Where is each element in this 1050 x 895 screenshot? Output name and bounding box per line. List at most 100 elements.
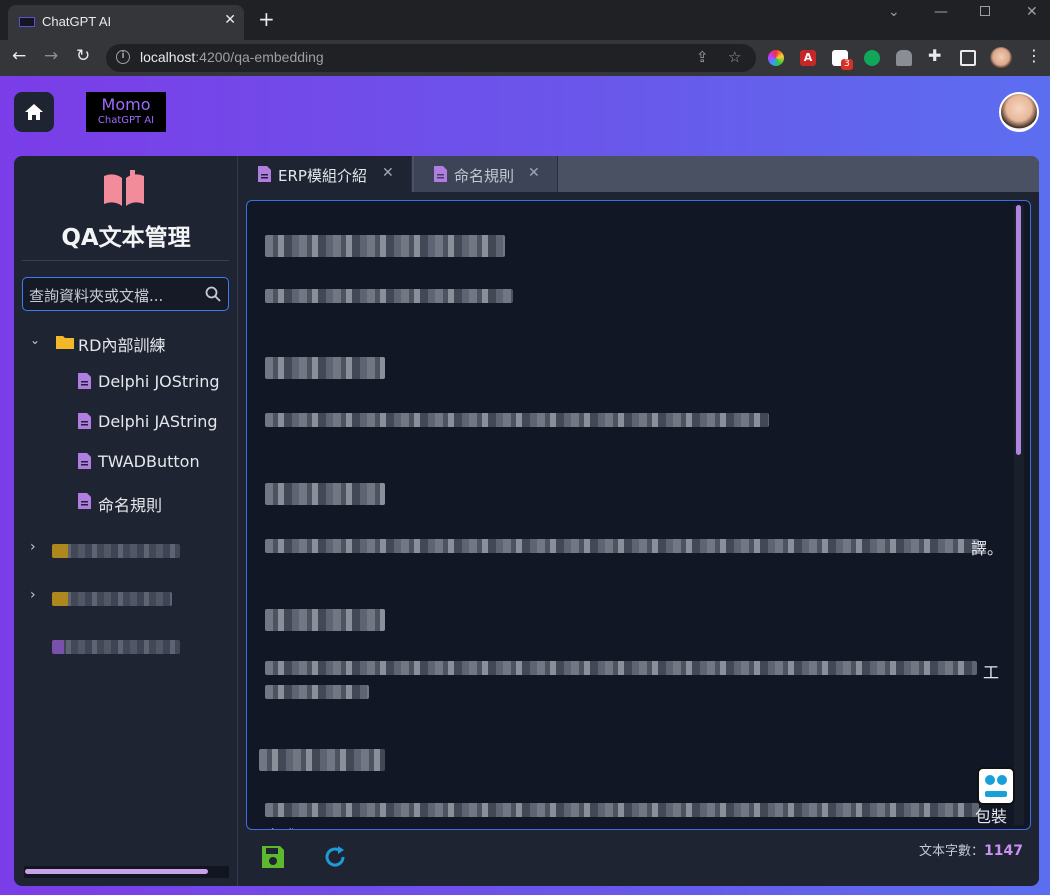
folder-rd-training[interactable]: ⌄ RD內部訓練 bbox=[14, 324, 238, 360]
close-tab-icon[interactable]: ✕ bbox=[224, 12, 236, 28]
home-button[interactable] bbox=[14, 92, 54, 132]
redacted-text-line bbox=[265, 289, 513, 303]
extension-badge: 3 bbox=[841, 59, 853, 70]
text-fragment: 工 bbox=[983, 663, 1000, 682]
maximize-button[interactable] bbox=[980, 6, 990, 16]
sidebar-horizontal-scrollbar[interactable] bbox=[24, 866, 229, 878]
tree-item-delphi-jastring[interactable]: Delphi JAString bbox=[14, 404, 238, 440]
folder-label: RD內部訓練 bbox=[78, 336, 166, 355]
bookmark-star-icon[interactable]: ☆ bbox=[728, 48, 741, 66]
sidebar: QA文本管理 查詢資料夾或文檔... ⌄ RD內部訓練 Delphi JOStr… bbox=[14, 156, 238, 886]
address-bar[interactable]: i localhost:4200/qa-embedding ⇪ ☆ bbox=[106, 44, 756, 72]
logo-subtitle: ChatGPT AI bbox=[97, 115, 155, 126]
window-close-button[interactable]: ✕ bbox=[1026, 4, 1038, 20]
redacted-text-line bbox=[265, 661, 977, 675]
close-tab-icon[interactable]: ✕ bbox=[528, 165, 540, 181]
count-label: 文本字數： bbox=[919, 844, 985, 859]
browser-toolbar: ← → ↻ i localhost:4200/qa-embedding ⇪ ☆ … bbox=[0, 40, 1050, 76]
redacted-text-line bbox=[265, 803, 979, 817]
tree-item-naming-rules[interactable]: 命名規則 bbox=[14, 484, 238, 520]
app-logo[interactable]: Momo ChatGPT AI bbox=[86, 92, 166, 132]
forward-button[interactable]: → bbox=[44, 46, 58, 66]
url-text: localhost:4200/qa-embedding bbox=[140, 49, 324, 65]
chevron-right-icon[interactable]: › bbox=[30, 587, 36, 603]
search-icon[interactable] bbox=[205, 286, 221, 302]
redacted-heading bbox=[265, 357, 385, 379]
color-extension-icon[interactable] bbox=[768, 50, 784, 66]
redacted-text-line bbox=[265, 413, 769, 427]
url-path: :4200/qa-embedding bbox=[195, 49, 324, 65]
chatbot-icon[interactable] bbox=[977, 767, 1015, 805]
side-panel-icon[interactable] bbox=[960, 50, 976, 66]
angular-extension-icon[interactable]: A bbox=[800, 50, 816, 66]
character-count: 文本字數：1147 bbox=[919, 840, 1023, 859]
save-icon[interactable] bbox=[260, 844, 286, 870]
search-input[interactable]: 查詢資料夾或文檔... bbox=[22, 277, 229, 311]
tree-item-delphi-jostring[interactable]: Delphi JOString bbox=[14, 364, 238, 400]
document-icon bbox=[434, 166, 447, 182]
count-value: 1147 bbox=[984, 843, 1023, 859]
chevron-down-icon[interactable]: ⌄ bbox=[30, 333, 40, 347]
folder-redacted-2[interactable]: › bbox=[14, 580, 238, 616]
chevron-right-icon[interactable]: › bbox=[30, 539, 36, 555]
bot-eye bbox=[985, 775, 995, 785]
tab-naming-rules[interactable]: 命名規則 ✕ bbox=[414, 156, 558, 192]
tab-erp-modules[interactable]: ERP模組介紹 ✕ bbox=[238, 156, 412, 192]
shield-extension-icon[interactable] bbox=[864, 50, 880, 66]
more-menu-icon[interactable]: ⋮ bbox=[1026, 46, 1042, 65]
close-tab-icon[interactable]: ✕ bbox=[382, 165, 394, 181]
tab-search-icon[interactable]: ⌄ bbox=[888, 4, 900, 20]
redacted-heading bbox=[259, 749, 385, 771]
puzzle-extensions-icon[interactable]: ✚ bbox=[928, 46, 941, 65]
sidebar-divider bbox=[22, 260, 229, 261]
tab-label: ERP模組介紹 bbox=[278, 167, 367, 185]
profile-avatar-icon[interactable] bbox=[990, 47, 1012, 69]
bot-eye bbox=[997, 775, 1007, 785]
folder-redacted-1[interactable]: › bbox=[14, 532, 238, 568]
scrollbar-thumb[interactable] bbox=[25, 869, 208, 874]
tree-item-label: 命名規則 bbox=[98, 496, 163, 515]
user-avatar[interactable] bbox=[999, 92, 1039, 132]
document-redacted[interactable] bbox=[14, 628, 238, 664]
logo-title: Momo bbox=[101, 95, 151, 114]
site-info-icon[interactable]: i bbox=[116, 50, 130, 64]
document-icon bbox=[78, 373, 91, 389]
redacted-text-line bbox=[265, 685, 369, 699]
url-host: localhost bbox=[140, 49, 196, 65]
tree-item-twadbutton[interactable]: TWADButton bbox=[14, 444, 238, 480]
tab-label: 命名規則 bbox=[454, 167, 515, 185]
redacted-heading bbox=[265, 609, 385, 631]
reload-button[interactable]: ↻ bbox=[76, 46, 90, 66]
scrollbar-thumb[interactable] bbox=[1016, 205, 1021, 455]
redacted-folder-label bbox=[52, 544, 180, 558]
document-tab-strip: ERP模組介紹 ✕ 命名規則 ✕ bbox=[238, 156, 1039, 192]
text-fragment: 文成 bbox=[265, 823, 297, 829]
main-panel: ERP模組介紹 ✕ 命名規則 ✕ 譯。 工 包裝 文成 bbox=[238, 156, 1039, 886]
sidebar-title: QA文本管理 bbox=[61, 225, 191, 251]
new-tab-button[interactable]: + bbox=[258, 9, 275, 29]
refresh-icon[interactable] bbox=[322, 844, 348, 870]
extension-with-badge-icon[interactable]: 3 bbox=[832, 50, 853, 70]
open-book-icon bbox=[104, 170, 144, 206]
incognito-extension-icon[interactable] bbox=[896, 50, 912, 66]
redacted-document-label bbox=[52, 640, 180, 654]
share-icon[interactable]: ⇪ bbox=[696, 48, 709, 66]
app-area: Momo ChatGPT AI QA文本管理 查詢資料夾或文檔... ⌄ RD內… bbox=[0, 76, 1050, 895]
text-fragment: 譯。 bbox=[971, 539, 1004, 558]
document-icon bbox=[78, 453, 91, 469]
minimize-button[interactable]: — bbox=[934, 4, 948, 20]
tree-item-label: Delphi JOString bbox=[98, 372, 220, 391]
home-icon bbox=[25, 104, 43, 120]
document-text-editor[interactable]: 譯。 工 包裝 文成 bbox=[246, 200, 1031, 830]
text-fragment: 包裝 bbox=[975, 807, 1008, 826]
redacted-text-line bbox=[265, 539, 979, 553]
tree-item-label: TWADButton bbox=[98, 452, 200, 471]
browser-tab-title: ChatGPT AI bbox=[42, 14, 112, 29]
browser-tab[interactable]: ChatGPT AI ✕ bbox=[8, 5, 244, 40]
editor-vertical-scrollbar[interactable] bbox=[1014, 205, 1024, 825]
browser-tab-strip: ChatGPT AI ✕ + ⌄ — ✕ bbox=[0, 0, 1050, 40]
document-icon bbox=[78, 413, 91, 429]
bot-mouth bbox=[985, 791, 1007, 797]
redacted-folder-label bbox=[52, 592, 172, 606]
back-button[interactable]: ← bbox=[12, 46, 26, 66]
